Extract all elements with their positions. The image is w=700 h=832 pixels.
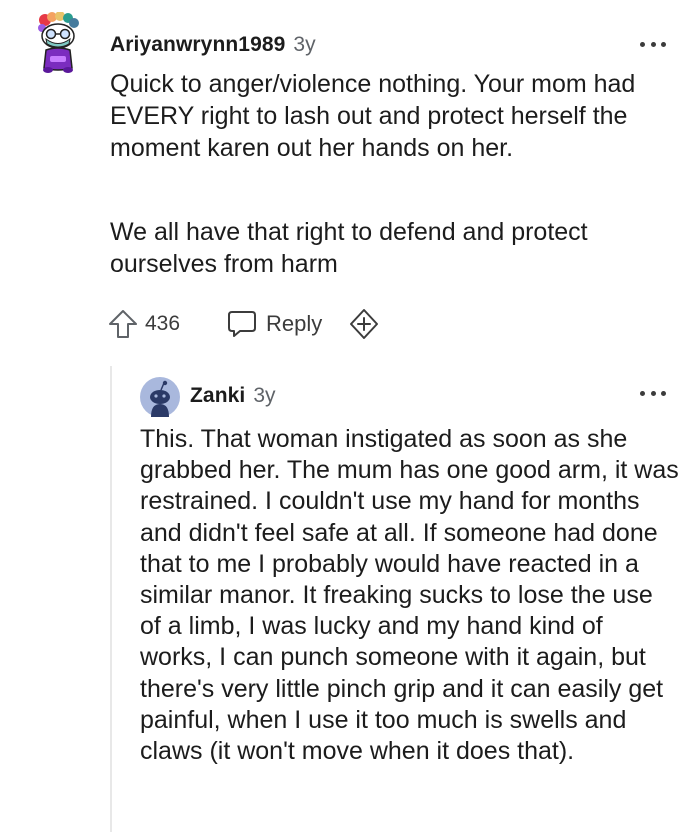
thread-line[interactable] [110, 366, 112, 832]
author-username[interactable]: Ariyanwrynn1989 [110, 33, 285, 57]
award-plus-icon[interactable] [348, 308, 380, 340]
more-options-icon[interactable] [640, 388, 666, 398]
default-reddit-avatar-icon[interactable] [140, 377, 180, 417]
comment-bubble-icon [228, 311, 257, 337]
comment-age: 3y [293, 33, 316, 56]
vote-count: 436 [145, 312, 181, 335]
reply-header: Zanki 3y [190, 381, 276, 411]
comment-actions: 436 Reply [107, 306, 380, 342]
comment-paragraph: We all have that right to defend and pro… [110, 218, 588, 278]
reply-text: This. That woman instigated as soon as s… [140, 425, 679, 766]
reply-button[interactable]: Reply [226, 309, 322, 339]
upvote-arrow-icon [109, 310, 137, 338]
comment-header: Ariyanwrynn1989 3y [110, 30, 316, 60]
upvote-button[interactable]: 436 [107, 308, 180, 340]
comment-age: 3y [253, 384, 276, 407]
author-username[interactable]: Zanki [190, 384, 245, 408]
more-options-icon[interactable] [640, 39, 666, 49]
comment-paragraph: Quick to anger/violence nothing. Your mo… [110, 70, 636, 162]
reply-label: Reply [266, 311, 323, 336]
snoo-avatar-icon[interactable] [36, 12, 80, 74]
